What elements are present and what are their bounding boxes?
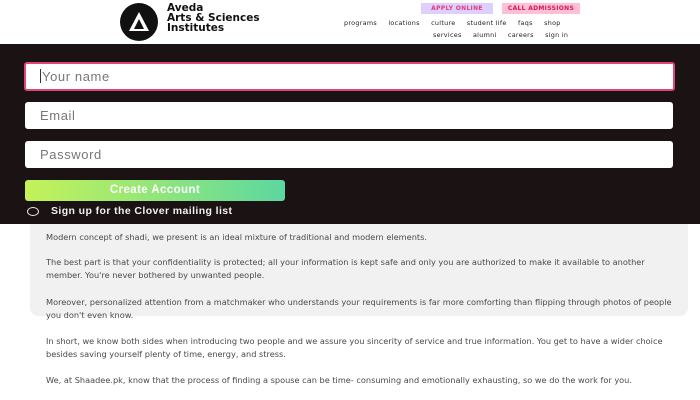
- create-account-button[interactable]: Create Account: [25, 180, 285, 201]
- nav-link-shop[interactable]: shop: [544, 19, 561, 27]
- nav-link-locations[interactable]: locations: [388, 19, 419, 27]
- apply-online-button[interactable]: APPLY ONLINE: [421, 3, 493, 14]
- nav-link-culture[interactable]: culture: [431, 19, 455, 27]
- aveda-logo-icon[interactable]: [120, 3, 158, 41]
- nav-link-alumni[interactable]: alumni: [473, 31, 497, 39]
- name-input[interactable]: Your name: [24, 62, 675, 91]
- nav-row-1: programs locations culture student life …: [344, 19, 570, 27]
- nav-link-student-life[interactable]: student life: [467, 19, 507, 27]
- password-placeholder: Password: [40, 147, 102, 162]
- nav-link-programs[interactable]: programs: [344, 19, 377, 27]
- password-input[interactable]: Password: [25, 141, 673, 168]
- nav-link-services[interactable]: services: [433, 31, 462, 39]
- call-admissions-button[interactable]: CALL ADMISSIONS: [502, 3, 580, 14]
- mailing-list-radio[interactable]: [27, 207, 39, 216]
- article-paragraph-3: Moreover, personalized attention from a …: [46, 297, 672, 320]
- nav-link-sign-in[interactable]: sign in: [545, 31, 568, 39]
- article-paragraph-2: The best part is that your confidentiali…: [46, 257, 645, 280]
- mailing-list-label[interactable]: Sign up for the Clover mailing list: [51, 205, 232, 217]
- site-header: Aveda Arts & Sciences Institutes APPLY O…: [0, 0, 700, 44]
- brand-line-3: Institutes: [167, 22, 225, 34]
- email-input[interactable]: Email: [25, 102, 673, 129]
- article-paragraph-4: In short, we know both sides when introd…: [46, 336, 663, 359]
- article-paragraph-1: Modern concept of shadi, we present is a…: [46, 232, 427, 242]
- name-placeholder: Your name: [42, 69, 110, 84]
- brand-name[interactable]: Aveda Arts & Sciences Institutes: [167, 3, 260, 34]
- nav-link-faqs[interactable]: faqs: [518, 19, 533, 27]
- nav-row-2: services alumni careers sign in: [433, 31, 577, 39]
- email-placeholder: Email: [40, 108, 76, 123]
- text-caret: [40, 69, 41, 83]
- article-paragraph-5: We, at Shaadee.pk, know that the process…: [46, 375, 632, 385]
- nav-link-careers[interactable]: careers: [508, 31, 534, 39]
